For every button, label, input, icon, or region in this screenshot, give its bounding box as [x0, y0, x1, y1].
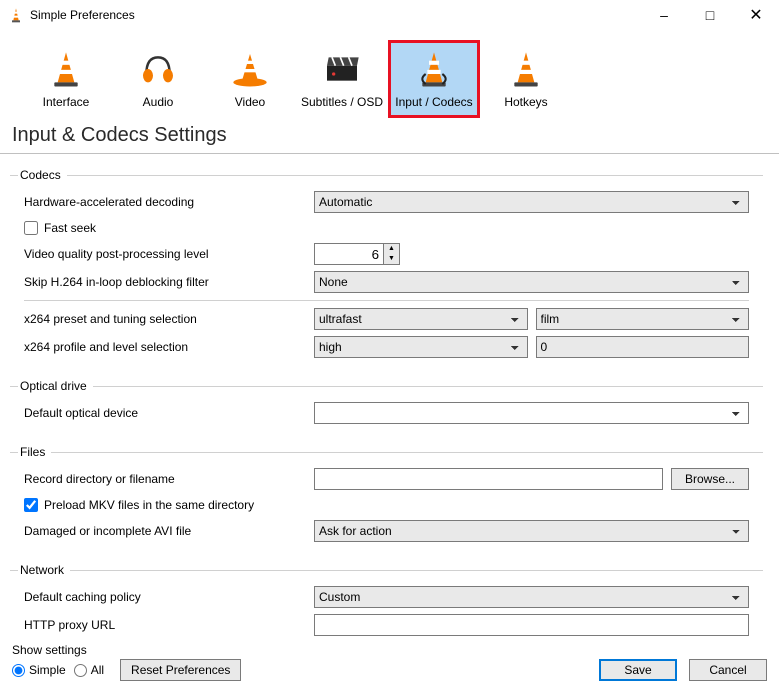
fast-seek-checkbox[interactable]: Fast seek [24, 221, 96, 235]
show-settings-simple-radio[interactable]: Simple [12, 663, 66, 677]
maximize-button[interactable]: □ [687, 0, 733, 30]
cone-icon [42, 47, 90, 91]
record-dir-label: Record directory or filename [24, 472, 304, 486]
preload-mkv-label: Preload MKV files in the same directory [44, 498, 254, 512]
x264-profile-label: x264 profile and level selection [24, 340, 304, 354]
x264-level-input[interactable] [536, 336, 750, 358]
preload-mkv-input[interactable] [24, 498, 38, 512]
pp-level-label: Video quality post-processing level [24, 247, 304, 261]
spinner-arrows[interactable]: ▲▼ [384, 243, 400, 265]
tab-hotkeys[interactable]: Hotkeys [480, 40, 572, 118]
group-title: Files [18, 445, 51, 459]
skip-loop-label: Skip H.264 in-loop deblocking filter [24, 275, 304, 289]
category-tabs: Interface Audio Video Subtitles / OSD In… [0, 30, 779, 118]
page-heading: Input & Codecs Settings [0, 118, 779, 154]
window-title: Simple Preferences [30, 8, 641, 22]
damaged-avi-label: Damaged or incomplete AVI file [24, 524, 304, 538]
x264-profile-select[interactable]: high [314, 336, 528, 358]
x264-preset-label: x264 preset and tuning selection [24, 312, 304, 326]
titlebar: Simple Preferences – □ ✕ [0, 0, 779, 30]
skip-loop-select[interactable]: None [314, 271, 749, 293]
footer-bar: Show settings Simple All Reset Preferenc… [0, 641, 779, 689]
save-button[interactable]: Save [599, 659, 677, 681]
spinner-up[interactable]: ▲ [384, 244, 399, 254]
clapperboard-icon [318, 47, 366, 91]
hw-decode-label: Hardware-accelerated decoding [24, 195, 304, 209]
spinner-down[interactable]: ▼ [384, 254, 399, 264]
group-files: Files Record directory or filename Brows… [10, 445, 763, 549]
http-proxy-input[interactable] [314, 614, 749, 636]
tab-label: Hotkeys [386, 95, 666, 109]
record-dir-input[interactable] [314, 468, 663, 490]
group-title: Network [18, 563, 70, 577]
show-settings-group: Show settings Simple All Reset Preferenc… [12, 643, 599, 681]
group-network: Network Default caching policy Custom HT… [10, 563, 763, 639]
default-optical-select[interactable] [314, 402, 749, 424]
group-optical: Optical drive Default optical device [10, 379, 763, 431]
show-settings-label: Show settings [12, 643, 599, 657]
browse-button[interactable]: Browse... [671, 468, 749, 490]
pp-level-spinner[interactable]: ▲▼ [314, 243, 400, 265]
settings-scroll-area[interactable]: Codecs Hardware-accelerated decoding Aut… [10, 154, 769, 639]
cache-policy-select[interactable]: Custom [314, 586, 749, 608]
cone-icon [502, 47, 550, 91]
group-codecs: Codecs Hardware-accelerated decoding Aut… [10, 168, 763, 365]
show-settings-all-radio[interactable]: All [74, 663, 104, 677]
divider [24, 300, 749, 301]
minimize-button[interactable]: – [641, 0, 687, 30]
close-button[interactable]: ✕ [733, 0, 779, 30]
cone-cable-icon [410, 47, 458, 91]
pp-level-input[interactable] [314, 243, 384, 265]
headphones-icon [134, 47, 182, 91]
app-icon [8, 7, 24, 23]
cache-policy-label: Default caching policy [24, 590, 304, 604]
cancel-button[interactable]: Cancel [689, 659, 767, 681]
reset-preferences-button[interactable]: Reset Preferences [120, 659, 241, 681]
group-title: Optical drive [18, 379, 93, 393]
fast-seek-label: Fast seek [44, 221, 96, 235]
preload-mkv-checkbox[interactable]: Preload MKV files in the same directory [24, 498, 254, 512]
http-proxy-label: HTTP proxy URL [24, 618, 304, 632]
group-title: Codecs [18, 168, 67, 182]
cone-film-icon [226, 47, 274, 91]
default-optical-label: Default optical device [24, 406, 304, 420]
x264-tuning-select[interactable]: film [536, 308, 750, 330]
fast-seek-input[interactable] [24, 221, 38, 235]
hw-decode-select[interactable]: Automatic [314, 191, 749, 213]
damaged-avi-select[interactable]: Ask for action [314, 520, 749, 542]
x264-preset-select[interactable]: ultrafast [314, 308, 528, 330]
